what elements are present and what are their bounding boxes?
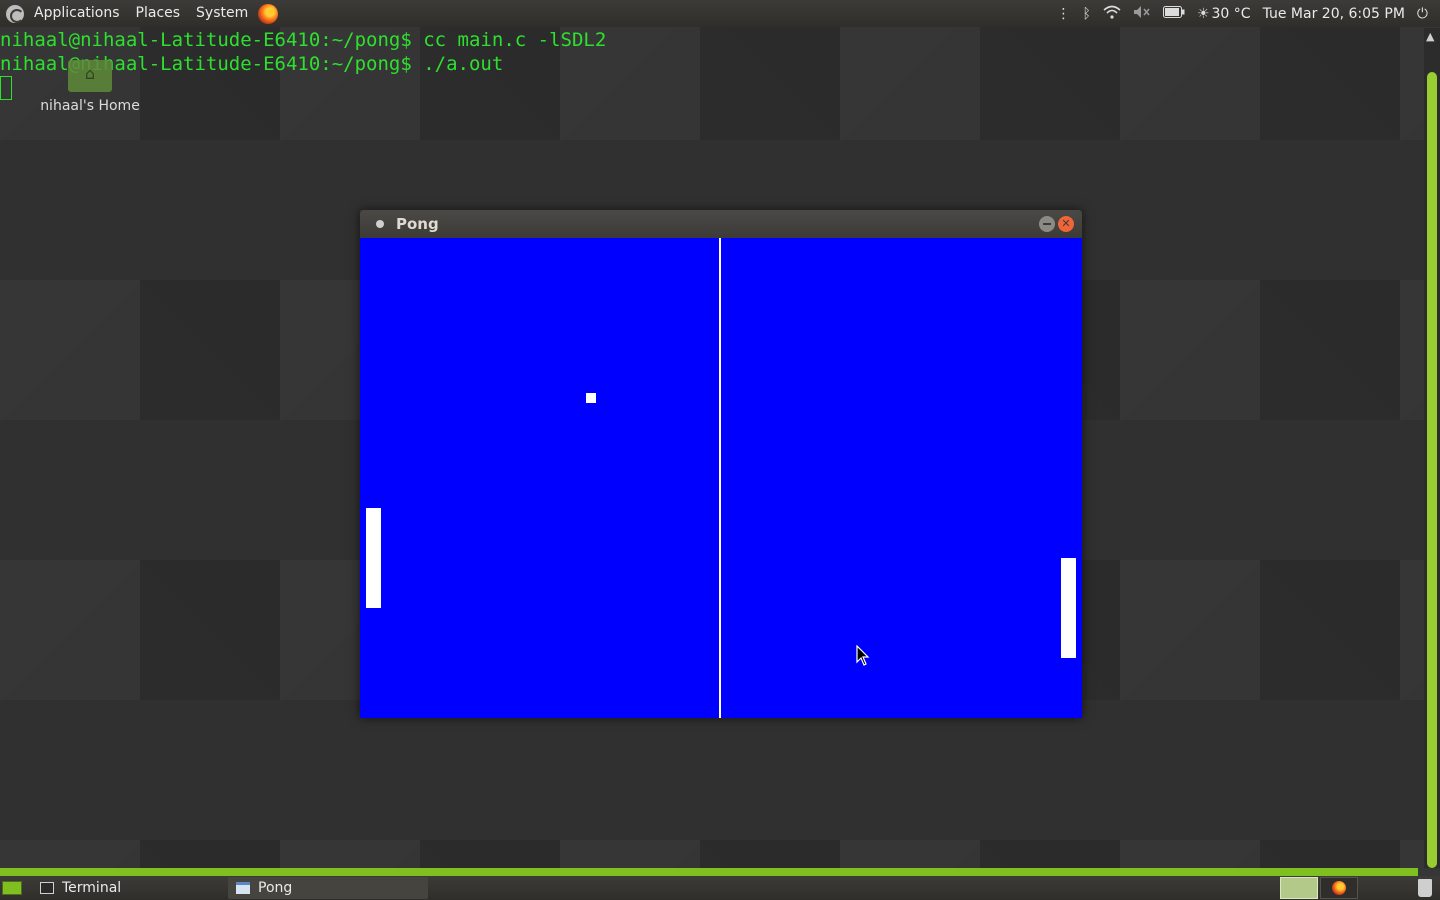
terminal-cursor: [0, 76, 12, 100]
pong-game-canvas[interactable]: [360, 238, 1082, 718]
menu-system[interactable]: System: [188, 0, 256, 27]
menu-applications[interactable]: Applications: [26, 0, 128, 27]
bottom-panel: Terminal Pong: [0, 876, 1440, 900]
home-desktop-icon[interactable]: nihaal's Home: [28, 60, 152, 114]
bluetooth-icon[interactable]: ᛒ: [1083, 6, 1091, 22]
center-net: [719, 238, 721, 718]
window-title: Pong: [396, 215, 439, 233]
home-folder-icon: [68, 60, 112, 92]
taskbar-item-label: Terminal: [62, 880, 122, 896]
tray-separator-icon: ⋮: [1056, 5, 1071, 22]
pong-titlebar[interactable]: Pong ✕: [360, 210, 1082, 238]
menu-logo-icon[interactable]: [6, 4, 24, 23]
taskbar-item-label: Pong: [258, 880, 293, 896]
show-desktop-icon[interactable]: [2, 881, 22, 895]
volume-muted-icon[interactable]: [1133, 5, 1151, 23]
minimize-button[interactable]: [1039, 216, 1055, 232]
terminal-scrollbar[interactable]: ▲: [1424, 28, 1440, 868]
pong-ball: [586, 393, 596, 403]
terminal-line-1: nihaal@nihaal-Latitude-E6410:~/pong$ cc …: [0, 29, 607, 51]
power-icon[interactable]: ⏻: [1417, 6, 1428, 22]
workspace-2[interactable]: [1320, 877, 1358, 899]
window-controls: ✕: [1039, 216, 1082, 232]
left-paddle: [366, 508, 381, 608]
workspace-switcher: [1280, 877, 1440, 899]
wifi-icon[interactable]: [1103, 5, 1121, 23]
menu-places[interactable]: Places: [128, 0, 189, 27]
scroll-up-arrow-icon[interactable]: ▲: [1426, 30, 1434, 43]
battery-icon[interactable]: [1162, 5, 1185, 22]
top-panel: Applications Places System ⋮ ᛒ ☀ 30 °C T…: [0, 0, 1440, 27]
temperature-label[interactable]: 30 °C: [1212, 6, 1251, 22]
workspace-1[interactable]: [1280, 877, 1318, 899]
taskbar-item-terminal[interactable]: Terminal: [32, 877, 224, 899]
pong-window[interactable]: Pong ✕: [360, 210, 1082, 718]
mouse-pointer-icon: [856, 644, 870, 671]
window-menu-icon[interactable]: [376, 220, 384, 228]
weather-icon[interactable]: ☀: [1197, 6, 1210, 22]
right-paddle: [1061, 558, 1076, 658]
terminal-status-line: [0, 868, 1418, 876]
firefox-icon: [1332, 881, 1346, 895]
terminal-icon: [40, 882, 54, 894]
system-tray: ⋮ ᛒ ☀ 30 °C Tue Mar 20, 6:05 PM ⏻: [1051, 0, 1440, 27]
firefox-icon[interactable]: [258, 3, 279, 24]
home-icon-label: nihaal's Home: [40, 98, 140, 114]
scrollbar-thumb[interactable]: [1427, 72, 1437, 868]
clock[interactable]: Tue Mar 20, 6:05 PM: [1263, 6, 1405, 22]
trash-icon[interactable]: [1418, 879, 1432, 897]
window-icon: [236, 882, 250, 894]
close-button[interactable]: ✕: [1058, 216, 1074, 232]
taskbar-item-pong[interactable]: Pong: [228, 877, 428, 899]
